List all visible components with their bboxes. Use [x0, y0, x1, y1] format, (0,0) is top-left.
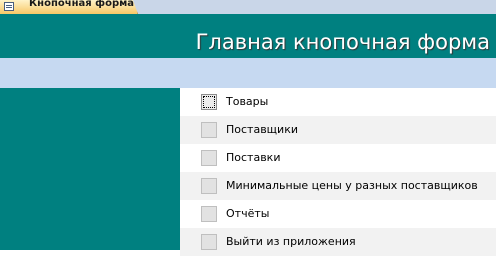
menu-item-min-prices: Минимальные цены у разных поставщиков	[180, 172, 496, 200]
form-header: Главная кнопочная форма	[0, 14, 496, 58]
menu-item-exit: Выйти из приложения	[180, 228, 496, 256]
tab-switchboard[interactable]: Кнопочная форма	[0, 0, 138, 14]
page-title: Главная кнопочная форма	[195, 30, 490, 54]
document-tab-bar: Кнопочная форма	[0, 0, 496, 14]
menu-item-label[interactable]: Товары	[226, 95, 268, 109]
menu-item-label[interactable]: Поставщики	[226, 123, 298, 137]
menu-item-suppliers: Поставщики	[180, 116, 496, 144]
menu-button-deliveries[interactable]	[201, 150, 217, 166]
menu-item-deliveries: Поставки	[180, 144, 496, 172]
tab-label: Кнопочная форма	[29, 0, 135, 9]
menu-button-min-prices[interactable]	[201, 178, 217, 194]
menu-button-suppliers[interactable]	[201, 122, 217, 138]
form-icon	[4, 2, 14, 11]
menu-item-label[interactable]: Минимальные цены у разных поставщиков	[226, 179, 478, 193]
switchboard-menu: Товары Поставщики Поставки Минимальные ц…	[180, 88, 496, 256]
menu-item-products: Товары	[180, 88, 496, 116]
menu-button-products[interactable]	[201, 94, 217, 110]
left-panel	[0, 88, 180, 250]
menu-item-label[interactable]: Отчёты	[226, 207, 269, 221]
menu-button-exit[interactable]	[201, 234, 217, 250]
menu-item-reports: Отчёты	[180, 200, 496, 228]
menu-item-label[interactable]: Выйти из приложения	[226, 235, 356, 249]
header-band	[0, 58, 496, 88]
menu-button-reports[interactable]	[201, 206, 217, 222]
menu-item-label[interactable]: Поставки	[226, 151, 280, 165]
